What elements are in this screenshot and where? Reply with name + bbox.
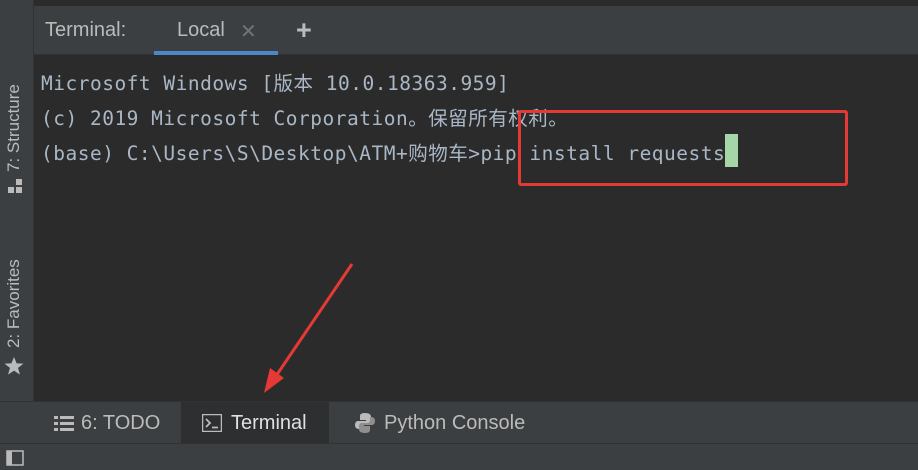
sidebar-item-structure[interactable]: 7: Structure xyxy=(0,60,33,200)
add-terminal-button[interactable]: + xyxy=(296,15,312,46)
tool-tab-python-console[interactable]: Python Console xyxy=(340,402,550,444)
terminal-tab-bar: Terminal: Local ✕ + xyxy=(34,6,918,55)
sidebar-item-label: 2: Favorites xyxy=(4,259,23,348)
console-line: (c) 2019 Microsoft Corporation。保留所有权利。 xyxy=(41,107,569,130)
sidebar-item-favorites[interactable]: 2: Favorites xyxy=(0,238,33,383)
tool-tab-terminal[interactable]: Terminal xyxy=(181,402,329,444)
terminal-console[interactable]: Microsoft Windows [版本 10.0.18363.959] (c… xyxy=(34,55,918,401)
tool-windows-toggle-icon[interactable] xyxy=(6,448,26,468)
close-icon[interactable]: ✕ xyxy=(240,19,257,44)
list-icon xyxy=(54,416,74,431)
tool-tab-label: Terminal xyxy=(231,412,307,434)
terminal-title: Terminal: xyxy=(45,19,127,41)
star-icon xyxy=(4,357,24,375)
left-tool-sidebar: 7: Structure 2: Favorites xyxy=(0,0,34,401)
tool-tab-label: Python Console xyxy=(384,412,526,434)
prompt-path: (base) C:\Users\S\Desktop\ATM+购物车 xyxy=(41,142,469,165)
tool-tab-todo[interactable]: 6: TODO xyxy=(40,402,180,444)
tab-local[interactable]: Local ✕ xyxy=(154,6,278,55)
tool-tab-label: 6: TODO xyxy=(81,412,161,434)
tab-label: Local xyxy=(177,19,225,41)
structure-icon xyxy=(8,179,22,193)
annotation-highlight-box xyxy=(518,110,848,186)
console-line: Microsoft Windows [版本 10.0.18363.959] xyxy=(41,72,510,95)
terminal-icon xyxy=(202,414,222,432)
bottom-tool-bar: 6: TODO Terminal Python Console xyxy=(0,401,918,444)
sidebar-item-label: 7: Structure xyxy=(4,84,23,172)
status-bar xyxy=(0,443,918,470)
python-icon xyxy=(355,413,375,433)
